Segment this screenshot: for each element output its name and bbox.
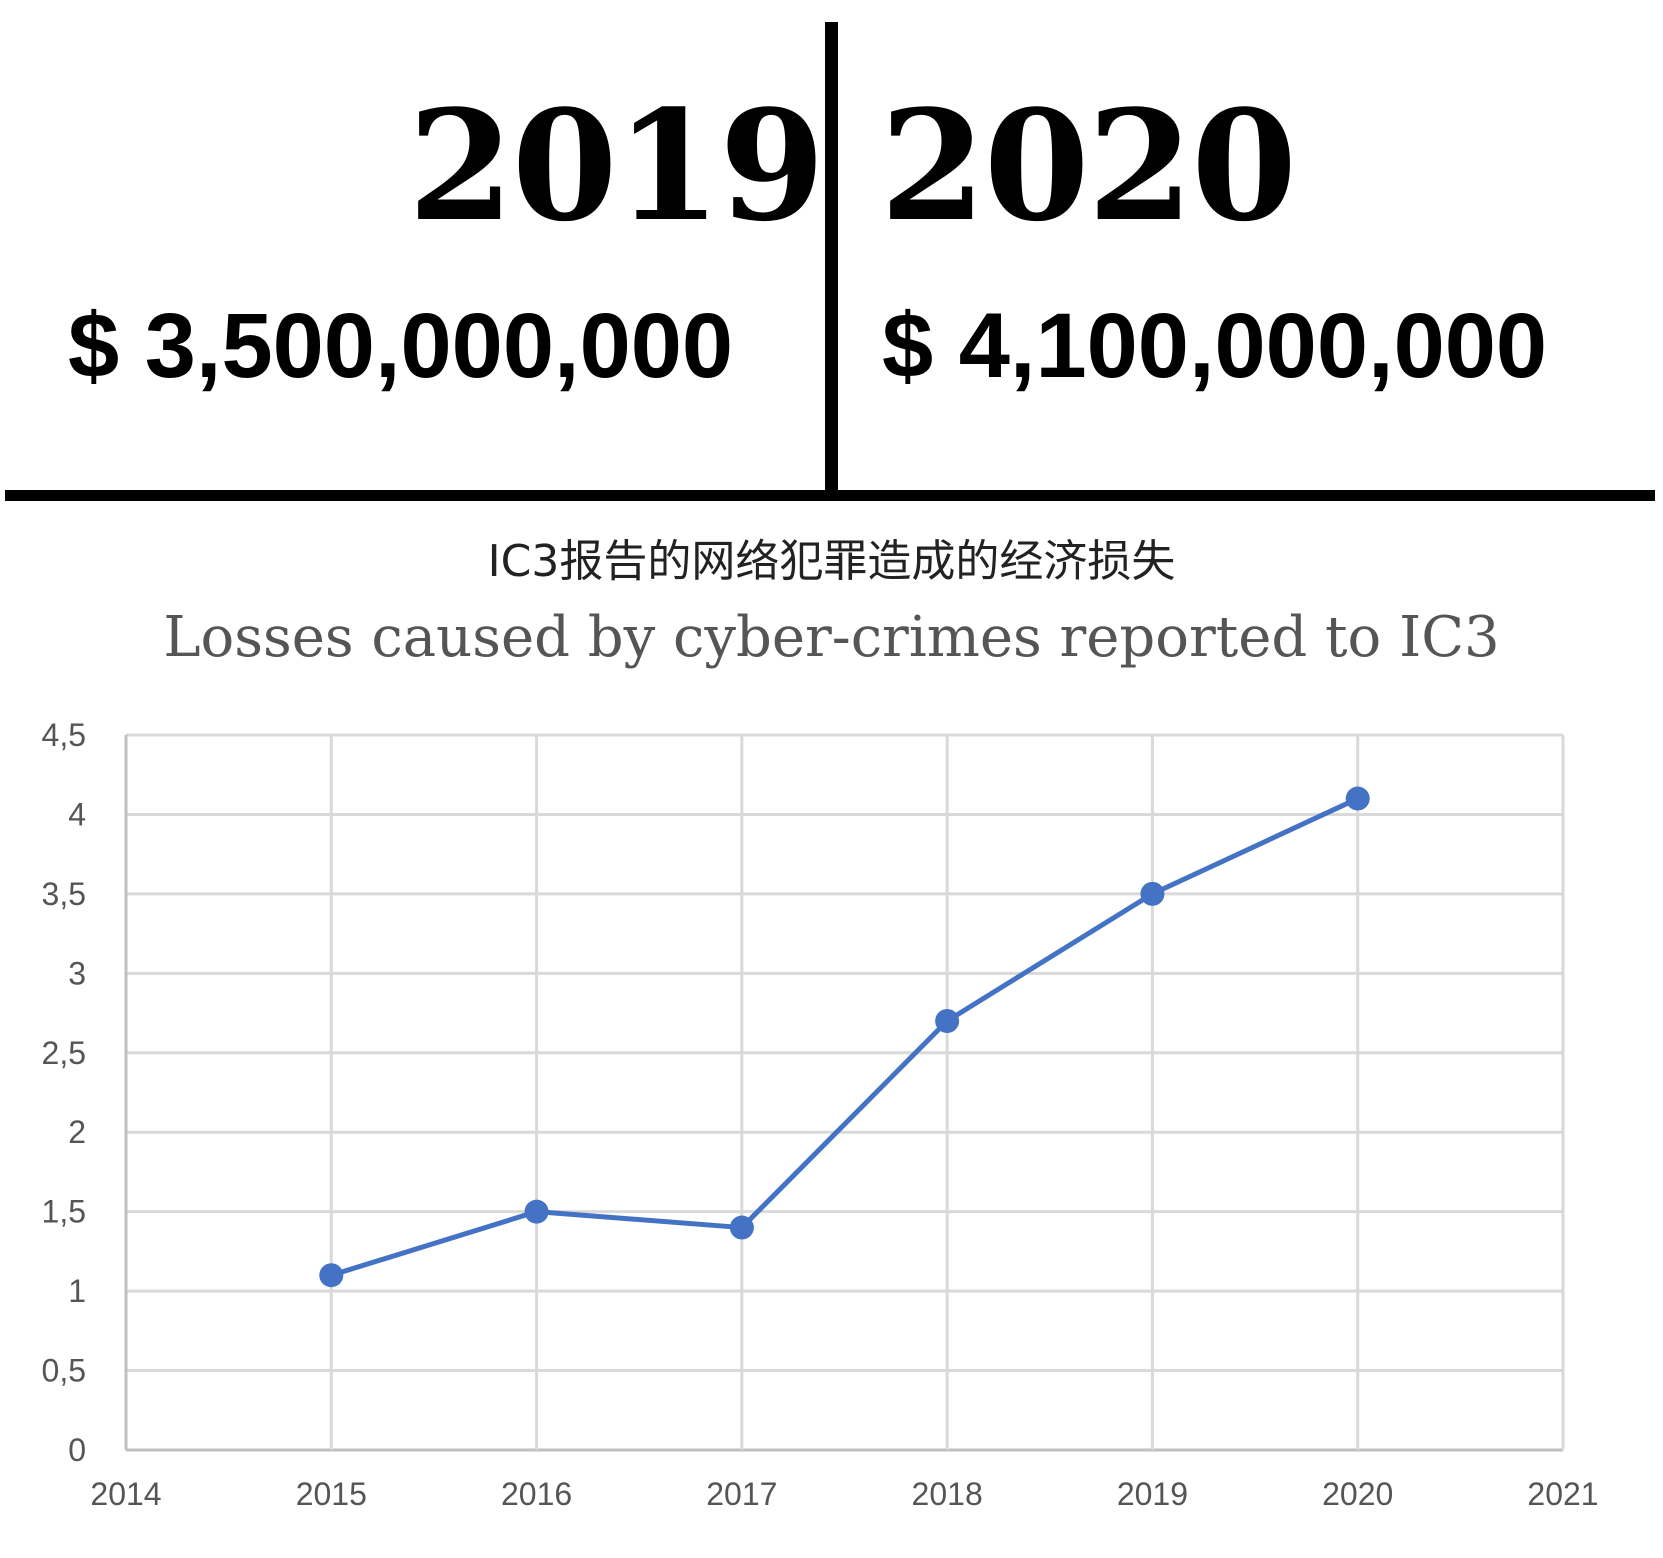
data-point (1140, 881, 1165, 906)
data-point (729, 1215, 754, 1240)
x-tick-label: 2015 (296, 1476, 367, 1512)
y-tick-label: 1 (68, 1273, 86, 1309)
line-chart: 00,511,522,533,544,5 2014 2015 2016 2017 201… (42, 717, 1599, 1512)
y-tick-label: 3 (68, 955, 86, 991)
x-tick-label: 2019 (1117, 1476, 1188, 1512)
data-point (524, 1199, 549, 1224)
x-tick-label: 2016 (501, 1476, 572, 1512)
y-tick-label: 4 (68, 796, 86, 832)
y-tick-label: 0,5 (42, 1353, 86, 1389)
y-tick-label: 0 (68, 1432, 86, 1468)
x-axis-ticks: 2014 2015 2016 2017 2018 2019 2020 2021 (90, 1476, 1598, 1512)
data-point (319, 1263, 344, 1288)
y-tick-label: 2,5 (42, 1035, 86, 1071)
x-tick-label: 2021 (1527, 1476, 1598, 1512)
x-tick-label: 2020 (1322, 1476, 1393, 1512)
x-tick-label: 2017 (706, 1476, 777, 1512)
series-line (330, 796, 1359, 1278)
y-axis-ticks: 0 0,5 1 1,5 2 2,5 3 3,5 4 4,5 (42, 717, 86, 1468)
y-tick-label: 1,5 (42, 1194, 86, 1230)
data-point (935, 1009, 960, 1033)
y-tick-label: 3,5 (42, 876, 86, 912)
x-tick-label: 2014 (90, 1476, 161, 1512)
x-tick-label: 2018 (912, 1476, 983, 1512)
y-tick-label: 4,5 (42, 717, 86, 753)
y-tick-label: 2 (68, 1114, 86, 1150)
chart-grid (124, 733, 1565, 1452)
data-point (1345, 786, 1370, 811)
